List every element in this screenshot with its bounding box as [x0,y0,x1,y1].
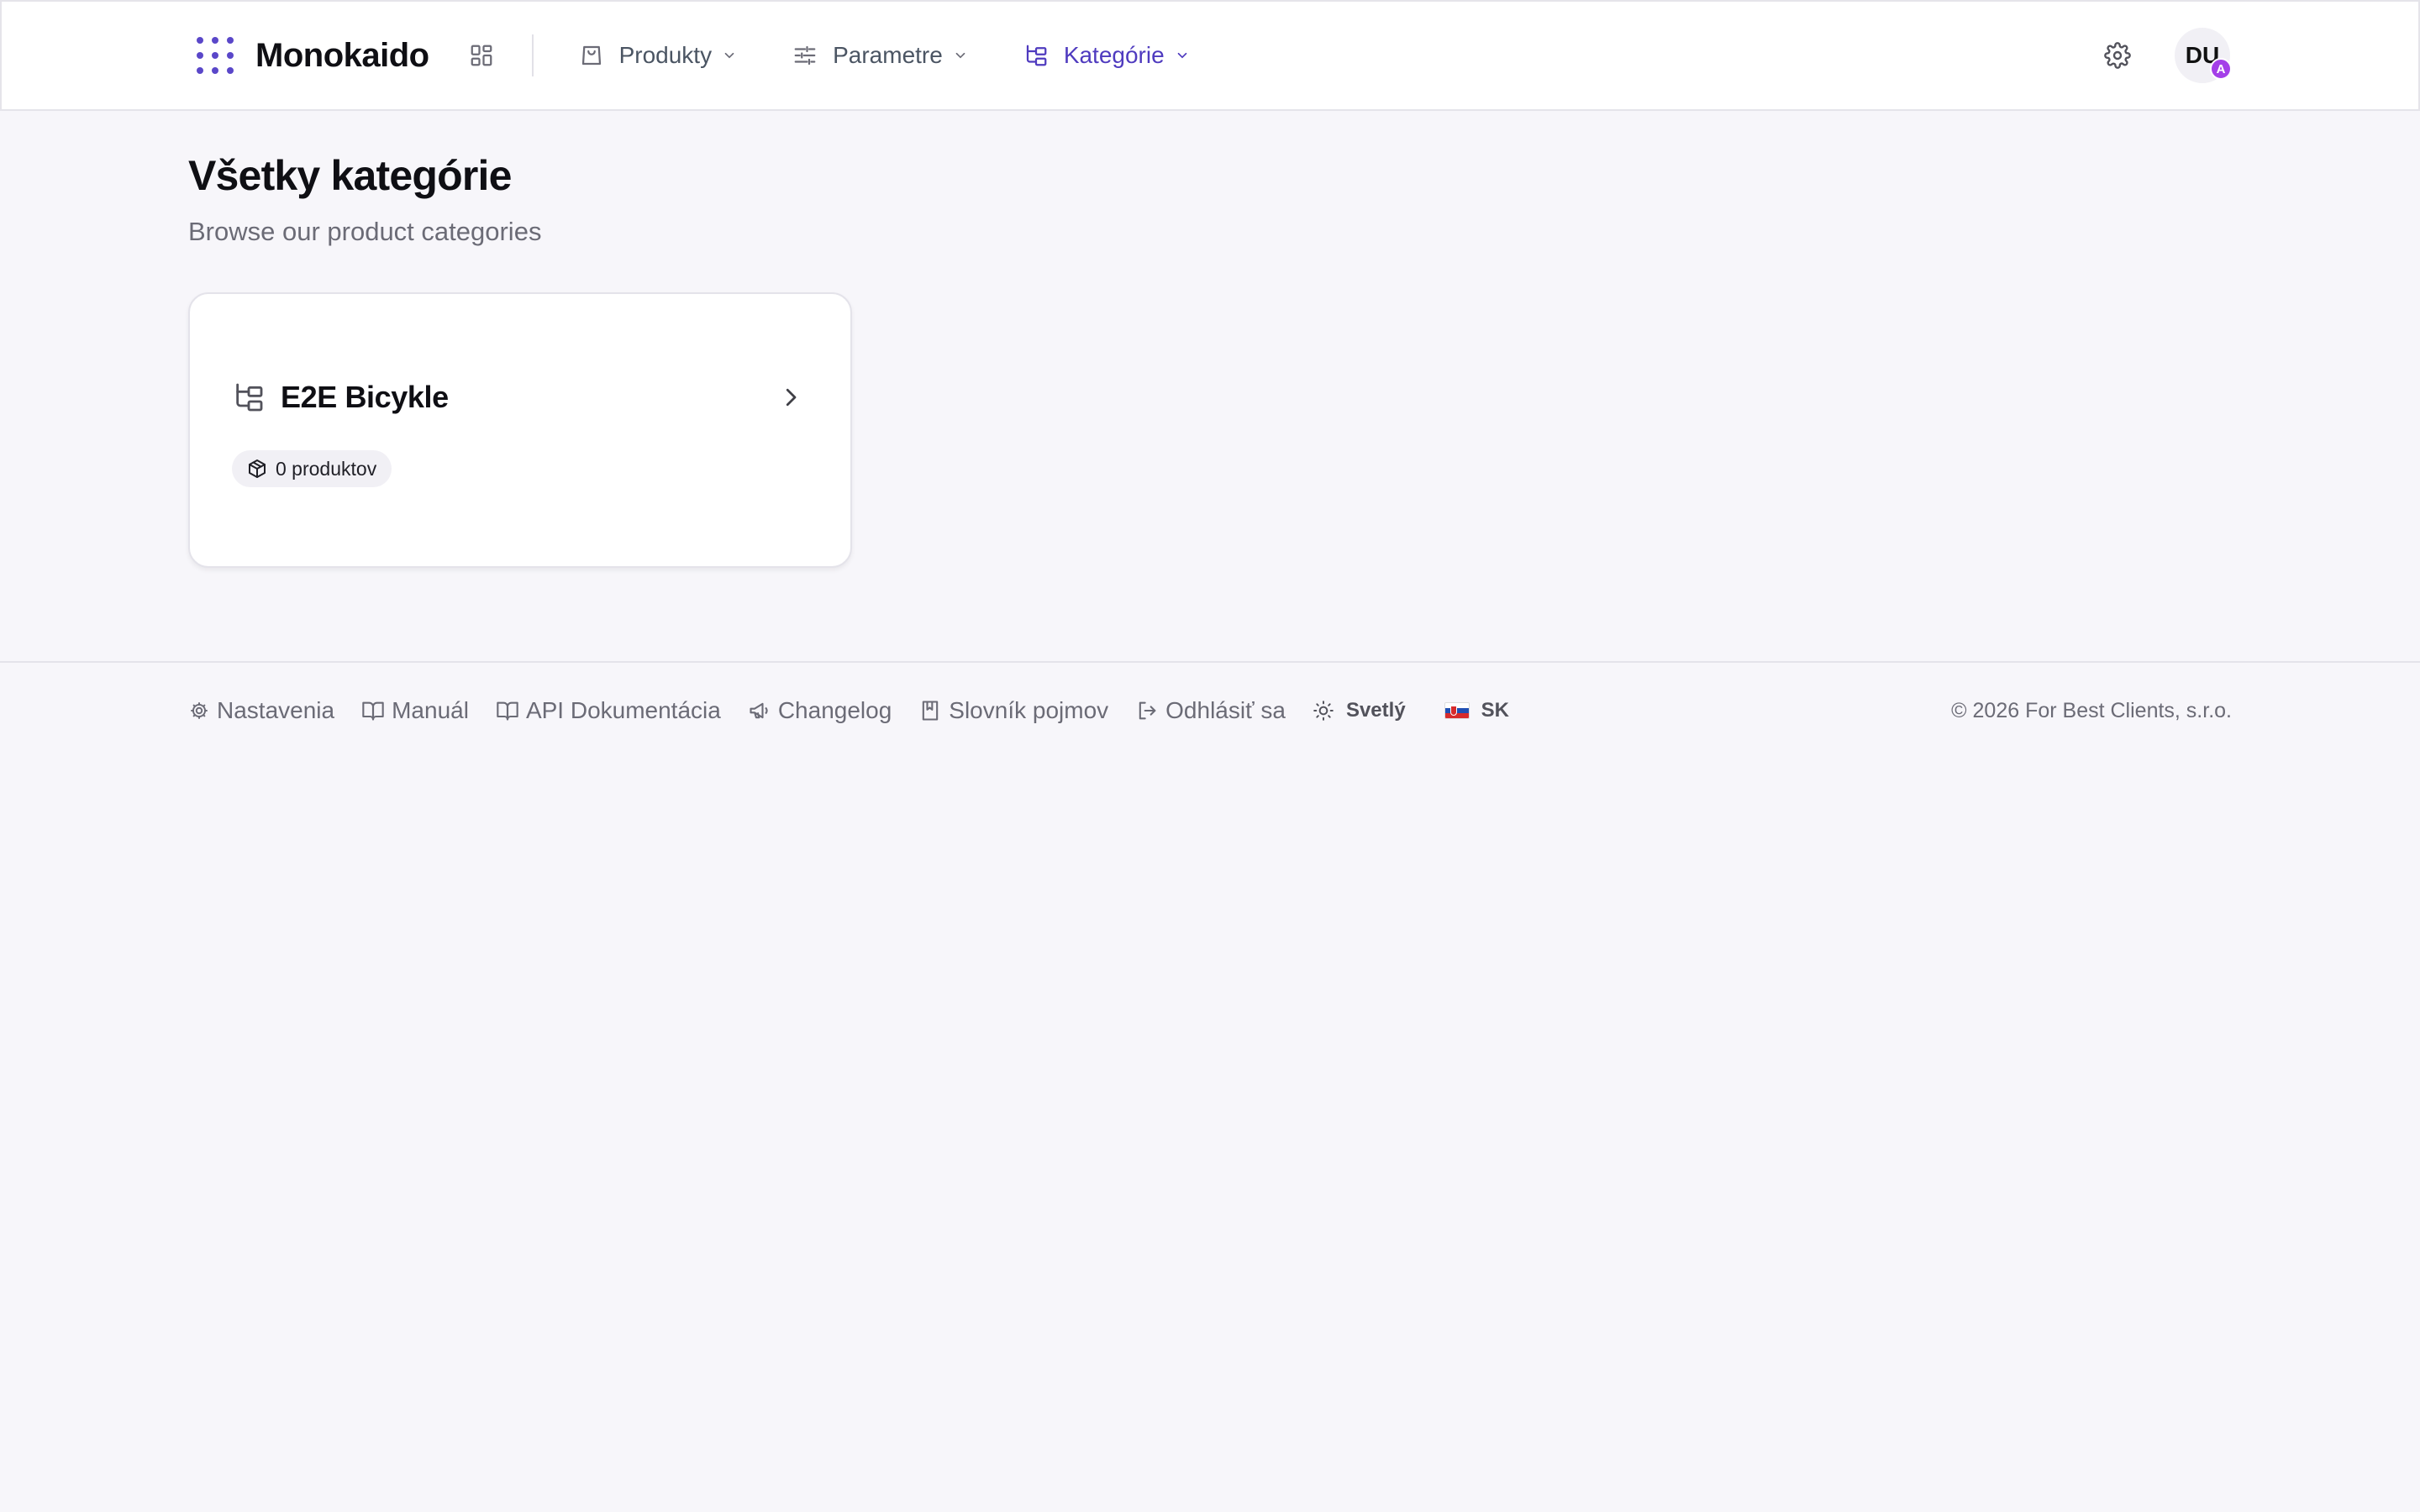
footer-link-label: Slovník pojmov [949,697,1109,723]
user-avatar-button[interactable]: DU A [2175,28,2232,83]
copyright: © 2026 For Best Clients, s.r.o. [1951,698,2232,722]
theme-label: Svetlý [1345,699,1406,722]
chevron-right-icon [786,388,797,407]
brand-name: Monokaido [255,36,429,74]
language-switcher[interactable]: SK [1444,699,1509,722]
role-badge: A [2210,58,2232,80]
page-title: Všetky kategórie [188,152,512,199]
footer-link-label: API Dokumentácia [525,697,721,723]
category-card[interactable]: E2E Bicykle 0 produktov [188,292,852,568]
language-label: SK [1481,699,1510,722]
main-nav: Produkty Parametre Kategórie [579,42,1190,69]
footer-link-changelog[interactable]: Changelog [748,697,892,724]
slovak-flag-icon [1444,702,1470,719]
footer: Nastavenia Manuál API Dokumentácia Chang… [188,694,2232,727]
book-open-icon [362,701,384,721]
page-subtitle: Browse our product categories [188,217,542,246]
footer-link-nastavenia[interactable]: Nastavenia [188,697,334,724]
gear-icon [2104,42,2131,69]
nav-kategorie-label: Kategórie [1063,42,1165,68]
folder-tree-icon [236,383,263,412]
footer-link-logout[interactable]: Odhlásiť sa [1135,697,1286,724]
nav-produkty-label: Produkty [618,42,713,68]
chevron-down-icon [955,52,965,59]
footer-link-label: Manuál [392,697,469,723]
footer-links: Nastavenia Manuál API Dokumentácia Chang… [188,697,1509,724]
megaphone-icon [750,702,768,719]
shopping-bag-icon [581,45,601,66]
logout-icon [1139,701,1156,720]
footer-link-glossary[interactable]: Slovník pojmov [918,697,1108,724]
sun-icon [1313,701,1334,721]
top-navbar: Monokaido Produkty Parametre Kategórie D… [0,0,2420,111]
sliders-icon [794,45,816,66]
settings-button[interactable] [2099,37,2136,74]
footer-link-api-docs[interactable]: API Dokumentácia [496,697,721,724]
footer-link-label: Nastavenia [217,697,335,723]
footer-link-manual[interactable]: Manuál [361,697,469,724]
footer-link-label: Changelog [777,697,892,723]
footer-divider [0,661,2420,663]
package-icon [249,459,266,478]
gear-icon [191,702,208,719]
brand-logo[interactable]: Monokaido [190,37,429,75]
chevron-down-icon [724,52,734,59]
book-open-icon [497,701,518,721]
product-count-badge: 0 produktov [232,450,392,487]
footer-link-label: Odhlásiť sa [1165,697,1286,723]
logo-dots-icon [197,37,234,74]
nav-parametre-label: Parametre [833,42,943,68]
product-count-label: 0 produktov [276,457,377,480]
nav-produkty[interactable]: Produkty [579,42,738,69]
book-icon [923,701,939,721]
folder-tree-icon [1026,45,1047,66]
category-name: E2E Bicykle [281,380,449,414]
apps-grid-button[interactable] [466,40,497,71]
nav-kategorie[interactable]: Kategórie [1023,42,1190,69]
nav-parametre[interactable]: Parametre [792,42,968,69]
header-actions: DU A [2099,28,2232,83]
category-card-header: E2E Bicykle [232,375,803,420]
chevron-down-icon [1177,52,1187,59]
header-divider [531,34,534,76]
theme-toggle[interactable]: Svetlý [1313,699,1406,722]
apps-grid-icon [471,45,492,66]
